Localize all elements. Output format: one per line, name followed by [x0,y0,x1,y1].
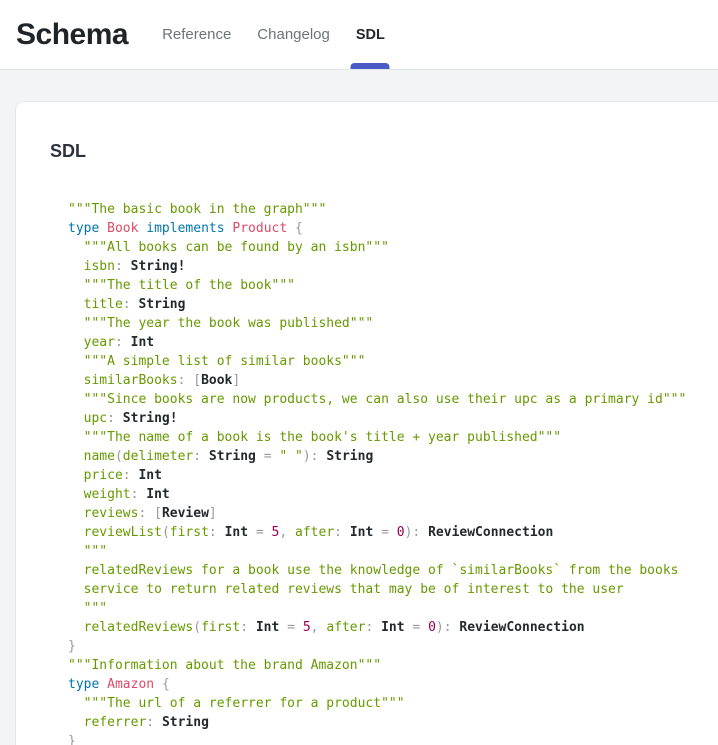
sdl-card: SDL """The basic book in the graph"""typ… [16,102,718,745]
tab-bar: Reference Changelog SDL [162,0,385,69]
tab-sdl-label: SDL [356,27,385,43]
code-line: type Amazon { [68,675,706,694]
code-line: reviewList(first: Int = 5, after: Int = … [68,523,706,542]
code-line: relatedReviews for a book use the knowle… [68,561,706,580]
active-tab-indicator [351,63,390,69]
tab-reference-label: Reference [162,26,231,43]
page-title: Schema [16,18,128,52]
code-line: title: String [68,295,706,314]
code-line: } [68,637,706,656]
code-line: similarBooks: [Book] [68,371,706,390]
code-line: """The title of the book""" [68,276,706,295]
code-line: year: Int [68,333,706,352]
tab-changelog[interactable]: Changelog [257,0,330,69]
code-line: service to return related reviews that m… [68,580,706,599]
code-line: """The basic book in the graph""" [68,200,706,219]
code-line: """The url of a referrer for a product""… [68,694,706,713]
tab-sdl[interactable]: SDL [356,0,385,69]
code-line: """A simple list of similar books""" [68,352,706,371]
code-line: referrer: String [68,713,706,732]
code-line: """The name of a book is the book's titl… [68,428,706,447]
code-line: """Information about the brand Amazon""" [68,656,706,675]
code-line: } [68,732,706,745]
tab-reference[interactable]: Reference [162,0,231,69]
code-line: """Since books are now products, we can … [68,390,706,409]
code-line: upc: String! [68,409,706,428]
code-line: weight: Int [68,485,706,504]
tab-changelog-label: Changelog [257,26,330,43]
code-line: """ [68,542,706,561]
code-line: price: Int [68,466,706,485]
code-line: name(delimeter: String = " "): String [68,447,706,466]
sdl-code-block: """The basic book in the graph"""type Bo… [68,200,706,745]
code-line: reviews: [Review] [68,504,706,523]
code-line: type Book implements Product { [68,219,706,238]
schema-header: Schema Reference Changelog SDL [0,0,718,70]
code-line: isbn: String! [68,257,706,276]
code-line: relatedReviews(first: Int = 5, after: In… [68,618,706,637]
sdl-section-heading: SDL [50,140,706,162]
code-line: """ [68,599,706,618]
code-line: """All books can be found by an isbn""" [68,238,706,257]
code-line: """The year the book was published""" [68,314,706,333]
